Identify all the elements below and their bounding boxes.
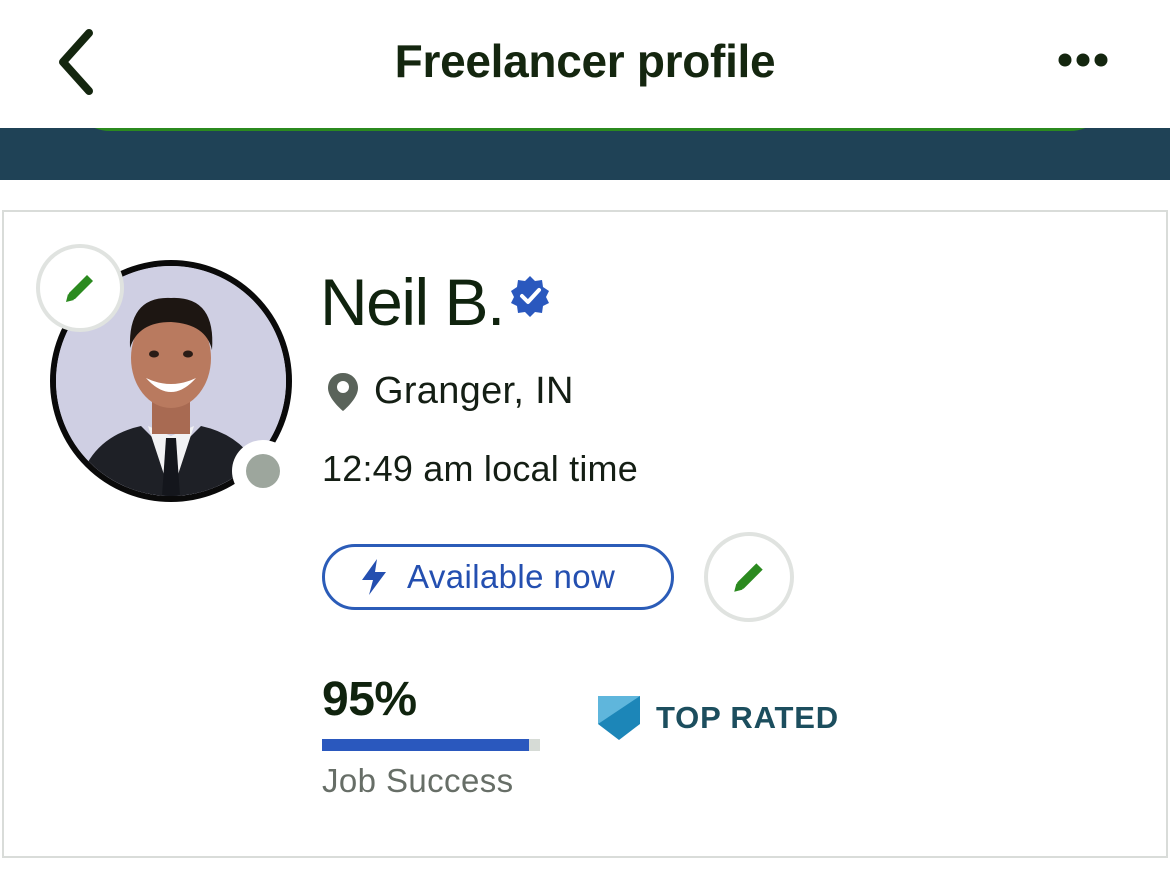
job-success-progress-bar: [322, 739, 540, 751]
banner-highlight-edge: [70, 128, 1110, 131]
profile-banner: [0, 128, 1170, 180]
lightning-bolt-icon: [362, 559, 386, 595]
top-nav-bar: Freelancer profile: [0, 0, 1170, 128]
name-row: Neil B.: [320, 264, 552, 340]
availability-label: Available now: [407, 558, 616, 595]
map-pin-icon: [328, 372, 358, 411]
more-dots-icon: [1058, 53, 1108, 67]
profile-card: Neil B. Granger, IN 12:49 am local time …: [2, 210, 1168, 858]
top-rated-label: TOP RATED: [656, 700, 839, 735]
job-success-progress-fill: [322, 739, 530, 751]
edit-photo-button[interactable]: [36, 244, 124, 332]
availability-button[interactable]: Available now: [322, 544, 674, 610]
top-rated-badge: TOP RATED: [598, 696, 839, 740]
online-status-indicator: [232, 440, 294, 502]
local-time-text: 12:49 am local time: [322, 448, 638, 489]
pencil-icon: [734, 563, 763, 592]
freelancer-name: Neil B.: [320, 265, 505, 339]
more-options-button[interactable]: [1048, 30, 1118, 90]
profile-page: Freelancer profile Neil B. Granger, IN 1…: [0, 0, 1170, 879]
location-text: Granger, IN: [374, 370, 574, 412]
edit-availability-button[interactable]: [704, 532, 794, 622]
verified-badge-icon: [510, 276, 549, 317]
job-success-score: 95%: [322, 673, 417, 726]
pencil-icon: [66, 275, 93, 302]
location-row: Granger, IN: [326, 370, 574, 413]
page-title: Freelancer profile: [394, 35, 776, 87]
job-success-label: Job Success: [322, 762, 514, 799]
top-rated-badge-icon: [598, 696, 640, 740]
